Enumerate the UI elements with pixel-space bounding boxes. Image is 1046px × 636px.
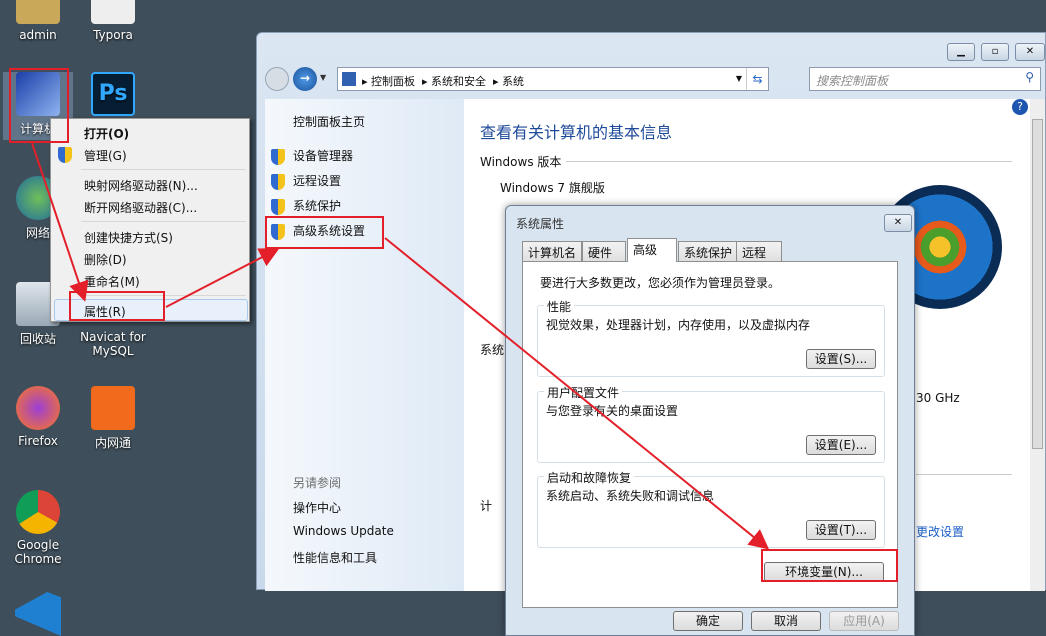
arrow-to-env-vars: [384, 237, 770, 550]
tab-advanced[interactable]: 高级: [627, 238, 677, 262]
annotation-arrows: [31, 142, 770, 550]
arrow-to-advanced-settings: [165, 248, 280, 308]
arrow-to-properties: [31, 142, 89, 302]
